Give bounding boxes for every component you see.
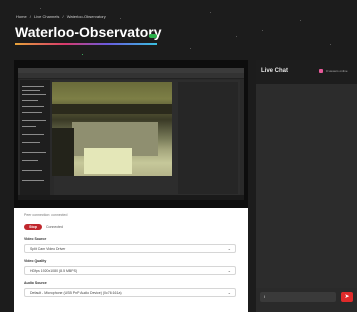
breadcrumb-separator: / xyxy=(29,14,31,19)
video-source-label: Video Source xyxy=(24,237,47,241)
video-quality-value: HDfps 1920x1080 (8.5 MBPS) xyxy=(30,269,78,273)
chat-viewers-count: 0 viewers online xyxy=(326,69,348,73)
video-quality-label: Video Quality xyxy=(24,259,47,263)
breadcrumb-home[interactable]: Home xyxy=(16,14,27,19)
breadcrumb-separator: / xyxy=(62,14,64,19)
screen-side-panel xyxy=(178,82,238,194)
video-source-select[interactable]: Split Cam Video Driver ⌄ xyxy=(24,244,236,253)
video-source-value: Split Cam Video Driver xyxy=(30,247,66,251)
breadcrumb-live-channels[interactable]: Live Channels xyxy=(34,14,59,19)
stop-button[interactable]: Stop xyxy=(24,224,42,230)
stream-controls: Peer connection: connected Stop Connecte… xyxy=(14,208,248,312)
chat-title: Live Chat xyxy=(261,68,289,74)
page-title: Waterloo-Observatory xyxy=(15,24,162,40)
audio-source-select[interactable]: Default - Microphone (USB PnP Audio Devi… xyxy=(24,288,236,297)
video-quality-select[interactable]: HDfps 1920x1080 (8.5 MBPS) ⌄ xyxy=(24,266,236,275)
chat-message-input[interactable]: I xyxy=(260,292,336,302)
screen-sidebar xyxy=(20,80,50,198)
live-status-indicator xyxy=(149,34,157,38)
breadcrumb-current: Waterloo-Observatory xyxy=(66,14,106,19)
shared-screen xyxy=(18,68,244,200)
audio-source-value: Default - Microphone (USB PnP Audio Devi… xyxy=(30,291,122,295)
live-chat-panel: Live Chat 0 viewers online I ➤ xyxy=(256,60,357,312)
chat-messages xyxy=(256,84,357,288)
audio-source-label: Audio Source xyxy=(24,281,47,285)
video-player[interactable] xyxy=(14,60,248,208)
chevron-down-icon: ⌄ xyxy=(227,246,231,251)
camera-feed-image xyxy=(52,82,172,176)
send-button[interactable]: ➤ xyxy=(341,292,353,302)
send-icon: ➤ xyxy=(344,294,350,300)
video-panel: Peer connection: connected Stop Connecte… xyxy=(14,60,248,312)
connection-status-text: Peer connection: connected xyxy=(24,213,68,217)
chat-header: Live Chat 0 viewers online xyxy=(256,60,357,84)
viewers-icon xyxy=(319,69,323,73)
chevron-down-icon: ⌄ xyxy=(227,290,231,295)
title-underline xyxy=(15,43,157,45)
connection-label: Connected xyxy=(46,225,63,229)
chevron-down-icon: ⌄ xyxy=(227,268,231,273)
chat-input-value: I xyxy=(264,294,266,299)
breadcrumb: Home / Live Channels / Waterloo-Observat… xyxy=(16,14,108,19)
screen-statusbar xyxy=(18,195,244,200)
screen-toolbar xyxy=(18,73,244,79)
